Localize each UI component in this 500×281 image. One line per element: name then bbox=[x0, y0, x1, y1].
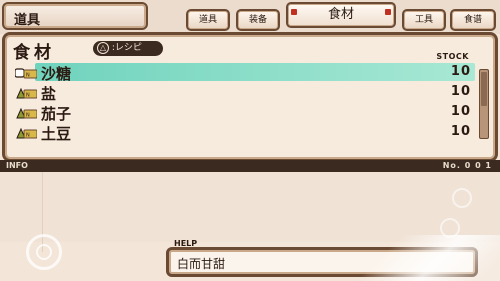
tab-ingredients[interactable]: 食材 bbox=[286, 2, 396, 28]
recipe-button-label: :レシピ bbox=[111, 43, 142, 53]
right-arrow-icon bbox=[385, 9, 391, 15]
tab-tools-label: 工具 bbox=[414, 15, 433, 25]
new-badge-icon: N bbox=[16, 127, 37, 139]
help-box: 白而甘甜 bbox=[166, 247, 478, 277]
tab-recipes[interactable]: 食谱 bbox=[450, 9, 496, 31]
tab-equipment[interactable]: 装备 bbox=[236, 9, 280, 31]
svg-text:N: N bbox=[26, 113, 30, 119]
virtual-joystick[interactable] bbox=[26, 234, 62, 270]
item-row-potato[interactable]: N 土豆 10 bbox=[11, 123, 471, 143]
item-list-scrollbar[interactable] bbox=[479, 69, 489, 139]
info-area bbox=[0, 172, 500, 242]
tab-recipes-label: 食谱 bbox=[463, 15, 482, 25]
item-stock: 10 bbox=[450, 124, 471, 139]
item-stock: 10 bbox=[450, 64, 471, 79]
triangle-button-icon: △ bbox=[97, 42, 109, 54]
item-name: 盐 bbox=[41, 85, 57, 103]
menu-title-box: 道具 bbox=[2, 2, 148, 30]
info-label: INFO bbox=[6, 161, 28, 170]
item-row-eggplant[interactable]: N 茄子 10 bbox=[11, 103, 471, 123]
item-name: 沙糖 bbox=[41, 65, 72, 83]
item-name: 茄子 bbox=[41, 105, 72, 123]
item-list: N 沙糖 10 N 盐 10 N 茄子 10 N 土豆 10 bbox=[11, 63, 475, 153]
joystick-knob-icon[interactable] bbox=[36, 244, 52, 260]
top-bar: 道具 道具 装备 食材 工具 食谱 bbox=[0, 0, 500, 34]
virtual-button-icon[interactable] bbox=[452, 188, 472, 208]
menu-title: 道具 bbox=[14, 13, 41, 28]
tab-items[interactable]: 道具 bbox=[186, 9, 230, 31]
new-badge-icon: N bbox=[16, 87, 37, 99]
recipe-button[interactable]: △ :レシピ bbox=[93, 41, 163, 56]
stock-header: STOCK bbox=[436, 52, 469, 61]
left-arrow-icon bbox=[291, 9, 297, 15]
item-row-sugar[interactable]: N 沙糖 10 bbox=[11, 63, 475, 83]
tab-ingredients-label: 食材 bbox=[327, 7, 354, 22]
item-name: 土豆 bbox=[41, 125, 72, 143]
tab-tools[interactable]: 工具 bbox=[402, 9, 446, 31]
svg-text:N: N bbox=[26, 93, 30, 99]
item-panel: 食材 △ :レシピ STOCK N 沙糖 10 N 盐 10 N 茄子 10 N… bbox=[2, 32, 498, 162]
help-text: 白而甘甜 bbox=[177, 257, 226, 271]
new-badge-icon: N bbox=[16, 107, 37, 119]
item-stock: 10 bbox=[450, 84, 471, 99]
tab-items-label: 道具 bbox=[198, 15, 217, 25]
scrollbar-thumb[interactable] bbox=[481, 72, 487, 106]
item-stock: 10 bbox=[450, 104, 471, 119]
tab-equipment-label: 装备 bbox=[248, 15, 267, 25]
category-title: 食材 bbox=[13, 43, 55, 63]
new-badge-cursor-icon: N bbox=[15, 68, 37, 79]
virtual-button-icon[interactable] bbox=[440, 218, 460, 238]
svg-text:N: N bbox=[26, 133, 30, 139]
item-number: No. 0 0 1 bbox=[442, 161, 492, 170]
svg-text:N: N bbox=[26, 73, 30, 79]
selection-highlight bbox=[35, 63, 475, 81]
item-row-salt[interactable]: N 盐 10 bbox=[11, 83, 471, 103]
info-bar: INFO No. 0 0 1 bbox=[0, 160, 500, 172]
